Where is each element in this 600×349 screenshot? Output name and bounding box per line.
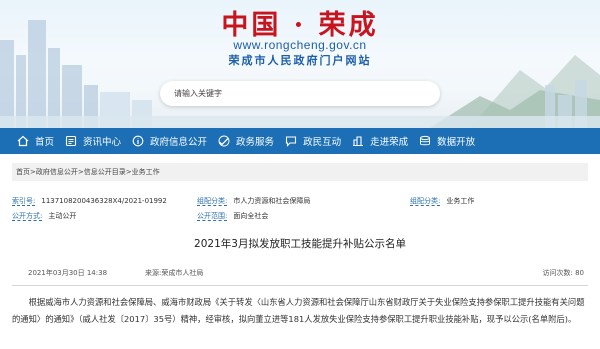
divider <box>12 285 588 286</box>
info-icon <box>131 134 145 148</box>
meta-row: 索引号: 11371082004363​28X4/2021-01992 组配分类… <box>12 196 588 207</box>
meta-open-label: 公开方式: <box>12 212 43 221</box>
search-box <box>160 81 440 106</box>
meta-category-value: 业务工作 <box>446 197 475 205</box>
chat-icon <box>284 134 298 148</box>
meta-org-label: 组配分类: <box>197 197 228 206</box>
nav-label: 首页 <box>35 137 55 148</box>
meta-org-value: 市人力资源和社会保障局 <box>233 197 311 205</box>
city-icon <box>351 134 365 148</box>
view-count: 访问次数: 80 <box>542 269 585 277</box>
article-body: 根据威海市人力资源和社会保障局、威海市财政局《关于转发〈山东省人力资源和社会保障… <box>12 297 585 324</box>
document-meta: 索引号: 11371082004363​28X4/2021-01992 组配分类… <box>12 196 588 226</box>
meta-open: 公开方式: 主动公开 <box>12 211 197 222</box>
meta-category-label: 组配分类: <box>410 197 441 206</box>
meta-category: 组配分类: 业务工作 <box>410 196 588 207</box>
site-title: 中国 · 荣成 <box>221 10 379 41</box>
meta-scope: 公开范围: 面向全社会 <box>197 211 410 222</box>
nav-item-interaction[interactable]: 政民互动 <box>284 128 341 154</box>
nav-item-city[interactable]: 走进荣成 <box>351 128 408 154</box>
news-icon <box>64 134 78 148</box>
meta-index-value: 11371082004363​28X4/2021-01992 <box>41 197 167 205</box>
meta-row: 公开方式: 主动公开 公开范围: 面向全社会 <box>12 211 588 222</box>
site-url: www.rongcheng.gov.cn <box>233 38 367 52</box>
nav-item-service[interactable]: 政务服务 <box>217 128 274 154</box>
nav-label: 政务服务 <box>236 137 275 148</box>
article-meta: 2021年03月30日 14:38 来源: 荣成市人社局 访问次数: 80 <box>12 266 588 280</box>
publish-date: 2021年03月30日 14:38 <box>28 269 108 277</box>
nav-item-data[interactable]: 数据开放 <box>418 128 475 154</box>
meta-open-value: 主动公开 <box>48 212 77 220</box>
nav-item-info-open[interactable]: 政府信息公开 <box>131 128 207 154</box>
nav-label: 政府信息公开 <box>150 137 208 148</box>
site-subtitle: 荣成市人民政府门户网站 <box>228 54 372 67</box>
nav-label: 政民互动 <box>303 137 342 148</box>
nav-item-news[interactable]: 资讯中心 <box>64 128 121 154</box>
nav-label: 资讯中心 <box>83 137 122 148</box>
source-label: 来源: <box>145 269 162 277</box>
home-icon <box>16 134 30 148</box>
site-banner: 中国 · 荣成 www.rongcheng.gov.cn 荣成市人民政府门户网站 <box>0 0 600 128</box>
data-icon <box>418 134 432 148</box>
nav-label: 数据开放 <box>437 137 476 148</box>
meta-scope-label: 公开范围: <box>197 212 228 221</box>
nav-item-home[interactable]: 首页 <box>16 128 54 154</box>
meta-index: 索引号: 11371082004363​28X4/2021-01992 <box>12 196 197 207</box>
meta-scope-value: 面向全社会 <box>233 212 269 220</box>
breadcrumb[interactable]: 首页>政府信息公开>信息公开目录>业务工作 <box>12 163 588 181</box>
meta-org: 组配分类: 市人力资源和社会保障局 <box>197 196 410 207</box>
nav-label: 走进荣成 <box>370 137 409 148</box>
service-icon <box>217 134 231 148</box>
meta-index-label: 索引号: <box>12 197 36 206</box>
search-input[interactable] <box>174 89 414 98</box>
source-value: 荣成市人社局 <box>161 269 204 277</box>
article-title: 2021年3月拟发放职工技能提升补贴公示名单 <box>194 238 406 250</box>
main-nav: 首页 资讯中心 政府信息公开 政务服务 政民互动 走进荣成 数据开放 <box>0 128 600 154</box>
